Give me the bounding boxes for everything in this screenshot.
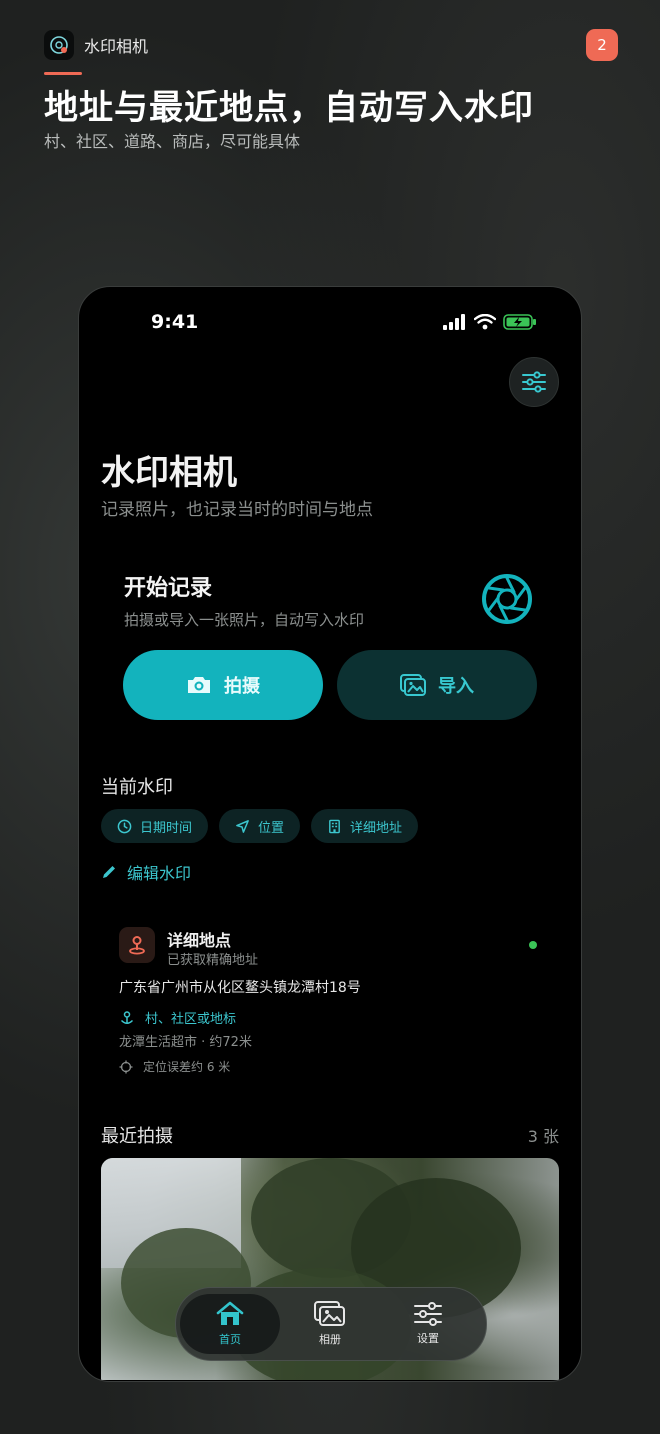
landmark-link[interactable]: 村、社区或地标 <box>119 1008 236 1027</box>
import-button-label: 导入 <box>438 676 474 697</box>
promo-app-header: 水印相机 <box>44 30 148 60</box>
page-subtitle: 记录照片，也记录当时的时间与地点 <box>101 500 373 520</box>
bottom-tab-bar: 首页 相册 设置 <box>175 1287 487 1361</box>
tab-album[interactable]: 相册 <box>280 1294 380 1354</box>
chip-detailed-address[interactable]: 详细地址 <box>311 809 419 843</box>
location-address: 广东省广州市从化区鳌头镇龙潭村18号 <box>119 980 361 996</box>
wifi-icon <box>474 314 496 330</box>
location-card: 详细地点 已获取精确地址 广东省广州市从化区鳌头镇龙潭村18号 村、社区或地标 … <box>101 907 559 1077</box>
watermark-chips: 日期时间 位置 详细地址 <box>101 809 419 843</box>
page-title: 水印相机 <box>101 453 237 493</box>
chip-label: 日期时间 <box>140 820 193 836</box>
location-accuracy: 定位误差约 6 米 <box>119 1058 230 1075</box>
location-status-dot <box>529 941 537 949</box>
chip-label: 详细地址 <box>350 820 403 836</box>
chip-location[interactable]: 位置 <box>219 809 301 843</box>
photo-import-icon <box>400 674 426 696</box>
watermark-section-title: 当前水印 <box>101 777 173 798</box>
promo-underline <box>44 72 82 75</box>
pencil-icon <box>103 866 115 878</box>
map-pin-icon <box>119 927 155 963</box>
location-title: 详细地点 <box>167 931 232 950</box>
chip-label: 位置 <box>258 820 285 836</box>
settings-filter-button[interactable] <box>509 357 559 407</box>
status-icons <box>443 314 537 330</box>
location-status: 已获取精确地址 <box>167 953 259 968</box>
chip-datetime[interactable]: 日期时间 <box>101 809 209 843</box>
shoot-button-label: 拍摄 <box>224 676 260 697</box>
page-badge: 2 <box>586 29 618 61</box>
phone-screen: 9:41 水印相机 记录照片，也记录当时的时间与地点 开始记录 拍摄或导入一张照… <box>78 286 582 1382</box>
tab-label: 设置 <box>417 1332 439 1345</box>
anchor-pin-icon <box>120 1010 134 1024</box>
start-section-title: 开始记录 <box>124 576 213 601</box>
clock-icon <box>117 819 132 833</box>
photo-album-icon <box>314 1301 345 1326</box>
camera-icon <box>188 677 210 693</box>
crosshair-icon <box>119 1060 133 1073</box>
recent-count: 3 张 <box>527 1127 559 1146</box>
recent-section-title: 最近拍摄 <box>101 1126 173 1147</box>
signal-icon <box>443 314 465 330</box>
start-section-subtitle: 拍摄或导入一张照片，自动写入水印 <box>124 611 365 629</box>
tab-label: 相册 <box>319 1333 341 1346</box>
app-logo-icon <box>44 30 74 60</box>
tab-label: 首页 <box>219 1333 241 1346</box>
camera-aperture-icon <box>482 574 532 624</box>
tab-settings[interactable]: 设置 <box>378 1294 478 1354</box>
building-icon <box>329 819 340 833</box>
battery-charging-icon <box>503 314 536 330</box>
location-accuracy-label: 定位误差约 6 米 <box>143 1060 231 1074</box>
navigation-arrow-icon <box>236 819 249 833</box>
sliders-icon <box>414 1302 442 1326</box>
edit-watermark-label: 编辑水印 <box>127 864 192 883</box>
promo-app-name: 水印相机 <box>84 37 149 56</box>
home-icon <box>216 1301 244 1325</box>
promo-headline: 地址与最近地点，自动写入水印 <box>44 88 534 128</box>
nearby-poi: 龙潭生活超市 · 约72米 <box>119 1035 252 1050</box>
landmark-label: 村、社区或地标 <box>145 1012 237 1027</box>
sliders-icon <box>522 371 546 393</box>
shoot-button[interactable]: 拍摄 <box>123 650 323 720</box>
edit-watermark-link[interactable]: 编辑水印 <box>101 860 191 884</box>
status-bar: 9:41 <box>79 311 581 335</box>
promo-subheadline: 村、社区、道路、商店，尽可能具体 <box>44 132 301 151</box>
tab-home[interactable]: 首页 <box>180 1294 280 1354</box>
import-button[interactable]: 导入 <box>337 650 537 720</box>
status-time: 9:41 <box>151 311 199 333</box>
